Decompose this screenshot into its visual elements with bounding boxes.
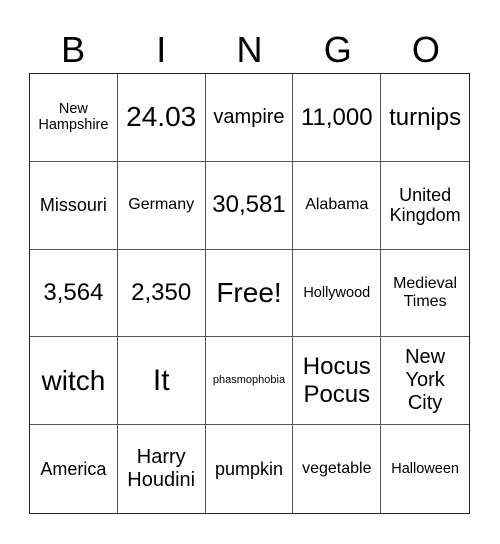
bingo-cell[interactable]: Hocus Pocus [293,337,382,426]
header-letter-n: N [236,29,263,70]
bingo-header: B I N G O [29,28,470,72]
bingo-cell[interactable]: New Hampshire [30,74,118,162]
header-letter-b: B [61,29,86,70]
bingo-cell[interactable]: Medieval Times [381,250,469,338]
bingo-cell[interactable]: Germany [117,161,206,250]
bingo-cell[interactable]: Halloween [381,425,469,513]
bingo-cell[interactable]: Alabama [293,161,382,250]
bingo-cell[interactable]: witch [30,337,118,426]
bingo-card: New Hampshire 24.03 vampire 11,000 turni… [29,73,470,514]
bingo-cell[interactable]: Missouri [30,161,118,250]
bingo-cell[interactable]: United Kingdom [381,162,469,250]
bingo-cell[interactable]: Harry Houdini [118,425,206,513]
bingo-cell[interactable]: vampire [205,74,294,162]
bingo-cell[interactable]: turnips [381,74,469,162]
bingo-cell[interactable]: vegetable [293,425,382,513]
bingo-cell[interactable]: 3,564 [30,249,118,338]
bingo-cell[interactable]: It [117,337,206,426]
free-space[interactable]: Free! [205,249,294,338]
bingo-cell[interactable]: pumpkin [206,425,294,513]
bingo-cell[interactable]: 30,581 [205,161,294,250]
bingo-cell[interactable]: New York City [381,337,469,426]
header-letter-o: O [411,29,440,70]
bingo-cell[interactable]: phasmophobia [205,337,294,426]
header-letter-i: I [156,29,167,70]
bingo-cell[interactable]: America [30,425,118,513]
header-letter-g: G [323,29,352,70]
bingo-cell[interactable]: 11,000 [293,74,382,162]
bingo-cell[interactable]: 24.03 [117,74,206,162]
bingo-cell[interactable]: Hollywood [293,249,382,338]
bingo-cell[interactable]: 2,350 [117,249,206,338]
